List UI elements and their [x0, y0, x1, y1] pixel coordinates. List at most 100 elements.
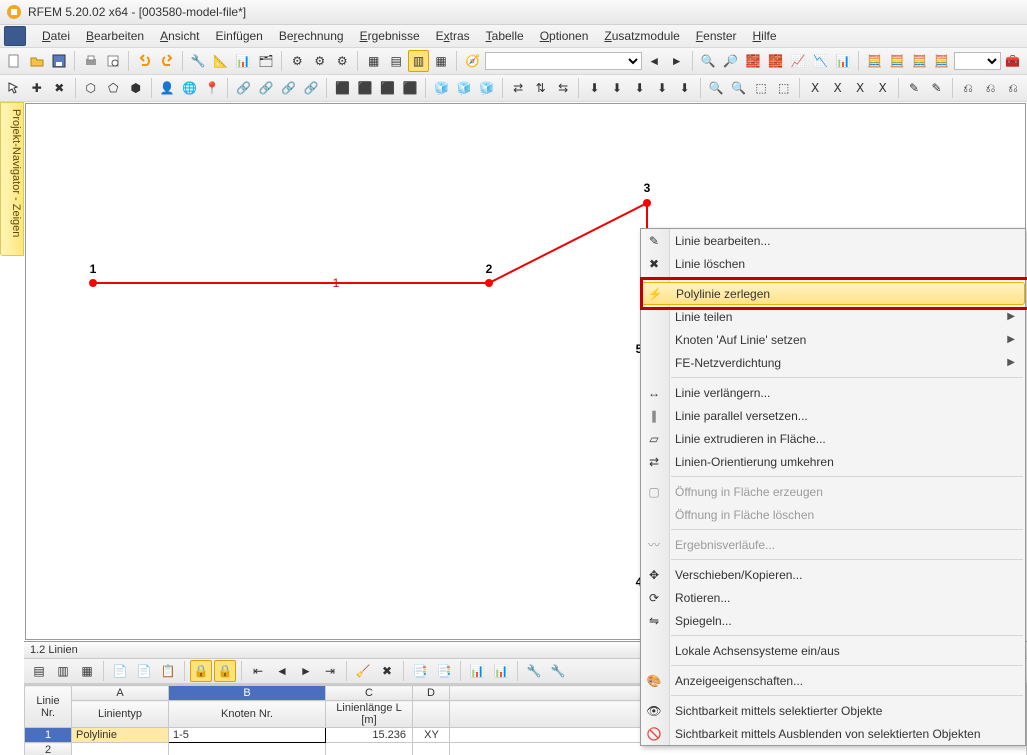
tool-icon[interactable]: 📄 — [109, 660, 131, 682]
node-2[interactable] — [485, 279, 493, 287]
app-menu-icon[interactable] — [4, 26, 26, 46]
tool-icon[interactable]: 🧊 — [431, 77, 452, 99]
tool-icon[interactable]: ⬠ — [103, 77, 124, 99]
tool-icon[interactable]: ◄ — [271, 660, 293, 682]
tool-icon[interactable]: ⬇ — [674, 77, 695, 99]
tool-icon[interactable]: 📊 — [833, 50, 853, 72]
tool-icon[interactable]: 🔗 — [233, 77, 254, 99]
tool-icon[interactable]: Ⅹ — [872, 77, 893, 99]
tool-icon[interactable]: ⚙ — [332, 50, 352, 72]
tool-icon[interactable]: ⬛ — [332, 77, 353, 99]
ctx-delete-line[interactable]: ✖ Linie löschen — [641, 252, 1025, 275]
tool-icon[interactable]: ⬇ — [607, 77, 628, 99]
new-icon[interactable] — [4, 50, 24, 72]
tool-icon[interactable]: ▥ — [52, 660, 74, 682]
ctx-rotate[interactable]: ⟳ Rotieren... — [641, 586, 1025, 609]
tool-icon[interactable]: ⎌ — [1003, 77, 1024, 99]
tool-icon[interactable]: 🧮 — [864, 50, 884, 72]
tool-icon[interactable]: ⇤ — [247, 660, 269, 682]
tool-icon[interactable]: ⬇ — [584, 77, 605, 99]
tool-icon[interactable]: ⬢ — [126, 77, 147, 99]
open-icon[interactable] — [26, 50, 46, 72]
tool-icon[interactable]: ⬚ — [751, 77, 772, 99]
tool-icon[interactable]: 🔧 — [547, 660, 569, 682]
tool-icon[interactable]: ⇥ — [319, 660, 341, 682]
ctx-mesh-refine[interactable]: FE-Netzverdichtung▶ — [641, 351, 1025, 374]
tool-icon[interactable]: 🧱 — [765, 50, 785, 72]
print-icon[interactable] — [80, 50, 100, 72]
save-icon[interactable] — [49, 50, 69, 72]
select-icon[interactable] — [4, 77, 25, 99]
menu-zusatzmodule[interactable]: Zusatzmodule — [596, 26, 687, 46]
tool-icon[interactable]: 📊 — [466, 660, 488, 682]
ctx-local-axes[interactable]: Lokale Achsensysteme ein/aus — [641, 639, 1025, 662]
tool-icon[interactable]: 🧱 — [743, 50, 763, 72]
ctx-visibility-hide[interactable]: 🚫 Sichtbarkeit mittels Ausblenden von se… — [641, 722, 1025, 745]
tool-icon[interactable]: ▦ — [76, 660, 98, 682]
menu-datei[interactable]: Datei — [34, 26, 78, 46]
ctx-extrude-line[interactable]: ▱ Linie extrudieren in Fläche... — [641, 427, 1025, 450]
tool-icon[interactable]: ⬚ — [773, 77, 794, 99]
scale-combo[interactable] — [954, 52, 1000, 70]
ctx-explode-polyline[interactable]: ⚡ Polylinie zerlegen — [641, 282, 1025, 305]
menu-einfuegen[interactable]: Einfügen — [207, 26, 270, 46]
tool-icon[interactable]: ⚙ — [310, 50, 330, 72]
menu-fenster[interactable]: Fenster — [688, 26, 745, 46]
tool-icon[interactable]: 🔍 — [706, 77, 727, 99]
tool-icon[interactable]: 👤 — [157, 77, 178, 99]
redo-icon[interactable] — [157, 50, 177, 72]
ctx-node-on-line[interactable]: Knoten 'Auf Linie' setzen▶ — [641, 328, 1025, 351]
view-icon[interactable]: ▥ — [408, 50, 428, 72]
tool-icon[interactable]: 🧮 — [887, 50, 907, 72]
tool-icon[interactable]: 🔧 — [523, 660, 545, 682]
tool-icon[interactable]: 🧊 — [476, 77, 497, 99]
tool-icon[interactable]: ⬛ — [377, 77, 398, 99]
tool-icon[interactable]: Ⅹ — [805, 77, 826, 99]
tool-icon[interactable]: 🧹 — [352, 660, 374, 682]
prev-icon[interactable]: ◄ — [644, 50, 664, 72]
menu-extras[interactable]: Extras — [428, 26, 478, 46]
tool-icon[interactable]: 🧮 — [909, 50, 929, 72]
navigator-tab[interactable]: Projekt-Navigator - Zeigen — [0, 102, 24, 256]
tool-icon[interactable]: 📉 — [810, 50, 830, 72]
ctx-edit-line[interactable]: ✎ Linie bearbeiten... — [641, 229, 1025, 252]
node-1[interactable] — [89, 279, 97, 287]
menu-ansicht[interactable]: Ansicht — [152, 26, 207, 46]
tool-icon[interactable]: 🔒 — [190, 660, 212, 682]
view-icon[interactable]: ▤ — [386, 50, 406, 72]
ctx-extend-line[interactable]: ↔ Linie verlängern... — [641, 381, 1025, 404]
undo-icon[interactable] — [134, 50, 154, 72]
tool-icon[interactable]: 🔗 — [301, 77, 322, 99]
view-icon[interactable]: ▦ — [363, 50, 383, 72]
tool-icon[interactable]: ✎ — [926, 77, 947, 99]
next-icon[interactable]: ► — [666, 50, 686, 72]
tool-icon[interactable]: 📋 — [157, 660, 179, 682]
tool-icon[interactable]: ⬇ — [629, 77, 650, 99]
tool-icon[interactable]: ⇅ — [530, 77, 551, 99]
node-3[interactable] — [643, 199, 651, 207]
tool-icon[interactable]: 🔍 — [728, 77, 749, 99]
tool-icon[interactable]: ⇄ — [508, 77, 529, 99]
menu-tabelle[interactable]: Tabelle — [478, 26, 532, 46]
ctx-visibility-selected[interactable]: 👁 Sichtbarkeit mittels selektierter Obje… — [641, 699, 1025, 722]
tool-icon[interactable]: ▤ — [28, 660, 50, 682]
tool-icon[interactable]: 🔗 — [256, 77, 277, 99]
tool-icon[interactable]: Ⅹ — [827, 77, 848, 99]
tool-icon[interactable]: 🌐 — [179, 77, 200, 99]
tool-icon[interactable]: 📄 — [133, 660, 155, 682]
tool-icon[interactable]: ✖ — [376, 660, 398, 682]
tool-icon[interactable]: ► — [295, 660, 317, 682]
ctx-split-line[interactable]: Linie teilen▶ — [641, 305, 1025, 328]
tool-icon[interactable]: ✚ — [27, 77, 48, 99]
tool-icon[interactable]: ⎌ — [980, 77, 1001, 99]
tool-icon[interactable]: 🧰 — [1003, 50, 1023, 72]
tool-icon[interactable]: 🔗 — [278, 77, 299, 99]
tool-icon[interactable]: 📊 — [233, 50, 253, 72]
tool-icon[interactable]: ⎌ — [958, 77, 979, 99]
ctx-reverse-line[interactable]: ⇄ Linien-Orientierung umkehren — [641, 450, 1025, 473]
view-icon[interactable]: ▦ — [431, 50, 451, 72]
tool-icon[interactable]: 🧭 — [462, 50, 482, 72]
tool-icon[interactable]: Ⅹ — [850, 77, 871, 99]
tool-icon[interactable]: ⬡ — [80, 77, 101, 99]
menu-optionen[interactable]: Optionen — [532, 26, 597, 46]
